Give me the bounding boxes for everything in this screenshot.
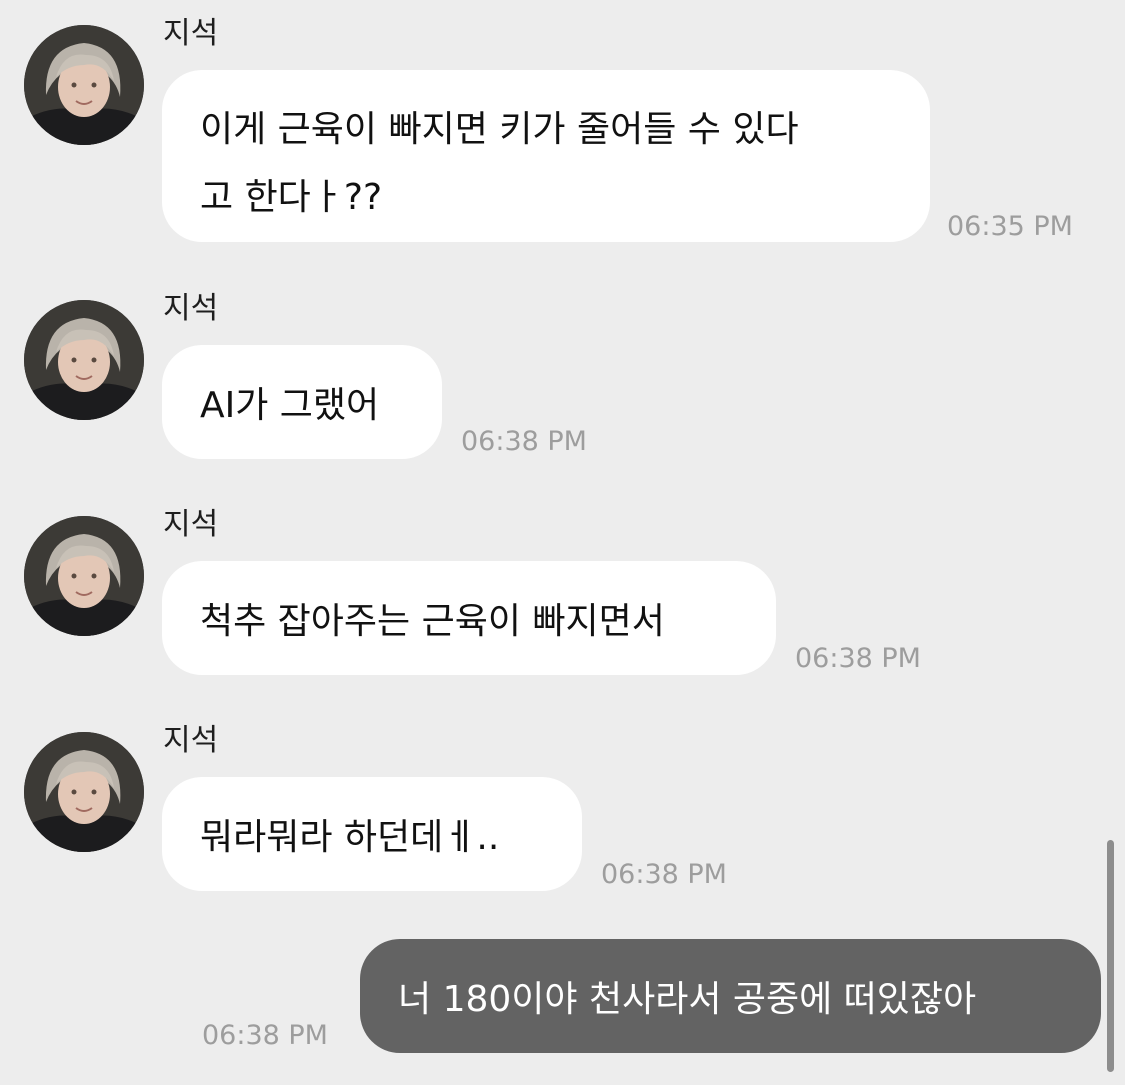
message-bubble[interactable]: 뭐라뭐라 하던데ㅔ.. xyxy=(162,777,582,891)
profile-avatar-icon xyxy=(24,25,144,145)
profile-avatar-icon xyxy=(24,516,144,636)
message-bubble[interactable]: 이게 근육이 빠지면 키가 줄어들 수 있다 고 한다ㅏ?? xyxy=(162,70,930,242)
message-timestamp: 06:38 PM xyxy=(461,426,587,457)
sender-avatar[interactable] xyxy=(24,516,144,636)
profile-avatar-icon xyxy=(24,732,144,852)
scrollbar[interactable] xyxy=(1107,840,1114,1072)
sender-avatar[interactable] xyxy=(24,300,144,420)
sender-name: 지석 xyxy=(163,723,219,758)
sender-name: 지석 xyxy=(163,507,219,542)
message-timestamp: 06:38 PM xyxy=(795,643,921,674)
message-timestamp: 06:38 PM xyxy=(202,1020,328,1051)
message-text: 척추 잡아주는 근육이 빠지면서 xyxy=(200,601,665,642)
message-text: 뭐라뭐라 하던데ㅔ.. xyxy=(200,817,500,858)
message-timestamp: 06:38 PM xyxy=(601,859,727,890)
sender-name: 지석 xyxy=(163,16,219,51)
sent-message-bubble[interactable]: 너 180이야 천사라서 공중에 떠있잖아 xyxy=(360,939,1101,1053)
profile-avatar-icon xyxy=(24,300,144,420)
message-bubble[interactable]: AI가 그랬어 xyxy=(162,345,442,459)
message-timestamp: 06:35 PM xyxy=(947,211,1073,242)
sender-avatar[interactable] xyxy=(24,732,144,852)
message-text-line: 고 한다ㅏ?? xyxy=(200,177,383,218)
message-text: 너 180이야 천사라서 공중에 떠있잖아 xyxy=(398,979,977,1020)
message-text-line: 이게 근육이 빠지면 키가 줄어들 수 있다 xyxy=(200,109,799,150)
message-text: AI가 그랬어 xyxy=(200,385,380,426)
message-bubble[interactable]: 척추 잡아주는 근육이 빠지면서 xyxy=(162,561,776,675)
sender-name: 지석 xyxy=(163,291,219,326)
sender-avatar[interactable] xyxy=(24,25,144,145)
